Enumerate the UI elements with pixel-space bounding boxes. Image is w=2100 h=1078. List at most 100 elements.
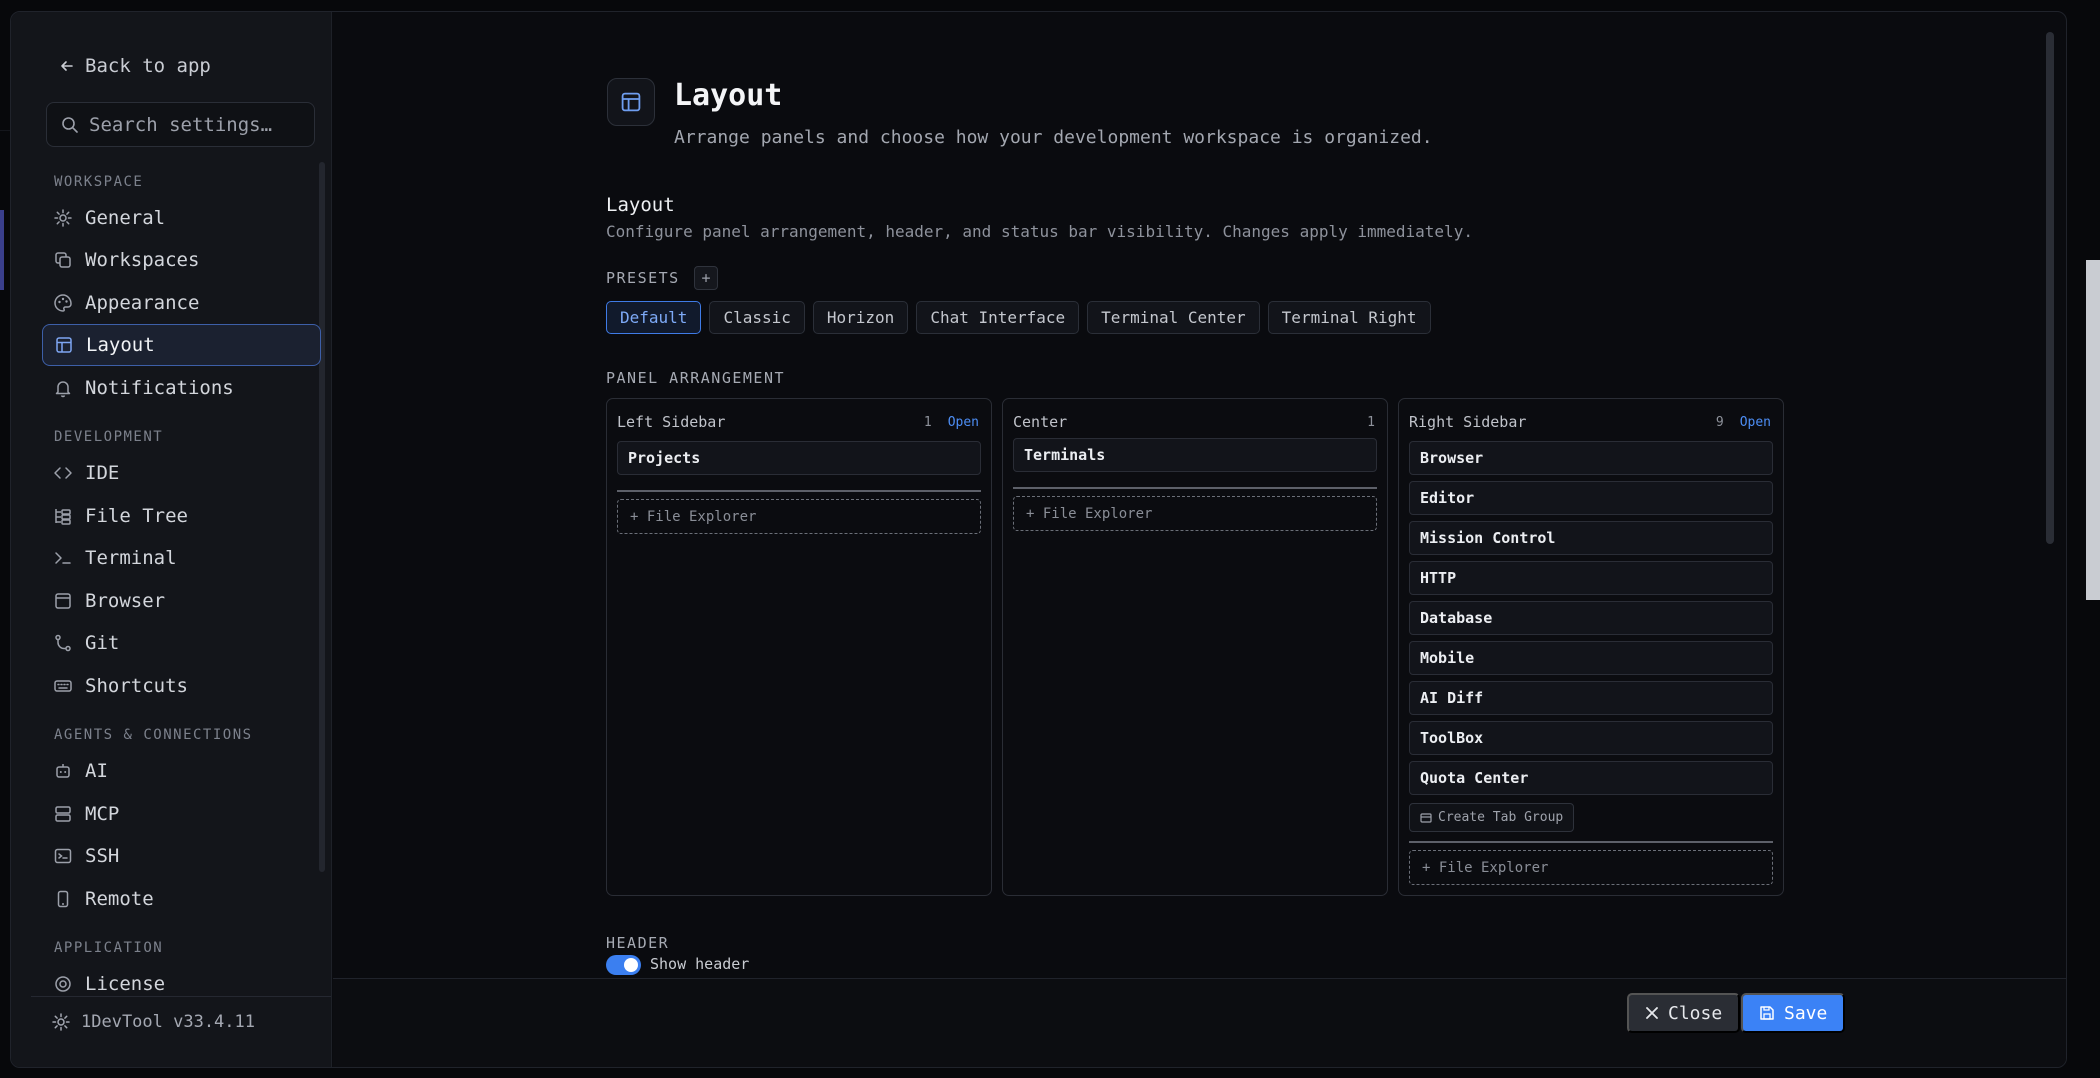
sidebar-item-label: Layout xyxy=(86,334,155,356)
preset-horizon[interactable]: Horizon xyxy=(812,301,909,334)
panel-arrangement-label: PANEL ARRANGEMENT xyxy=(606,369,786,387)
panel-tab-ai-diff[interactable]: AI Diff xyxy=(1409,681,1773,715)
search-settings[interactable] xyxy=(46,102,315,147)
search-input[interactable] xyxy=(89,113,289,136)
server-icon xyxy=(55,806,71,822)
panel-title: Left Sidebar xyxy=(617,413,726,431)
panel-tab-mobile[interactable]: Mobile xyxy=(1409,641,1773,675)
sidebar-item-mcp[interactable]: MCP xyxy=(42,793,321,835)
panel-divider xyxy=(617,490,981,492)
sidebar-item-label: IDE xyxy=(85,462,120,484)
sidebar-item-ai[interactable]: AI xyxy=(42,750,321,792)
sidebar-item-browser[interactable]: Browser xyxy=(42,580,321,622)
add-file-explorer-dropzone[interactable]: + File Explorer xyxy=(1409,850,1773,885)
terminal-icon xyxy=(55,552,71,564)
layout-icon xyxy=(621,92,641,112)
preset-terminal-right[interactable]: Terminal Right xyxy=(1267,301,1431,334)
sidebar-item-label: Terminal xyxy=(85,547,177,569)
bot-icon xyxy=(56,764,70,778)
content-scrollbar[interactable] xyxy=(2046,32,2054,544)
panel-tab-mission-control[interactable]: Mission Control xyxy=(1409,521,1773,555)
sidebar-item-label: SSH xyxy=(85,845,120,867)
copy-icon xyxy=(55,252,71,268)
close-button[interactable]: Close xyxy=(1627,993,1741,1033)
save-label: Save xyxy=(1784,1002,1828,1024)
panel-header: Center 1 xyxy=(1013,413,1375,431)
panel-tab-editor[interactable]: Editor xyxy=(1409,481,1773,515)
create-tab-group-button[interactable]: Create Tab Group xyxy=(1409,803,1575,832)
gear-icon xyxy=(52,1013,70,1031)
palette-icon xyxy=(54,294,72,312)
settings-content: Layout Arrange panels and choose how you… xyxy=(333,12,2066,1067)
panel-tab-toolbox[interactable]: ToolBox xyxy=(1409,721,1773,755)
settings-sidebar: Back to app WORKSPACE General Workspaces… xyxy=(11,12,332,1067)
sidebar-item-general[interactable]: General xyxy=(42,197,321,239)
terminal-window-icon xyxy=(54,848,72,864)
group-label-application: APPLICATION xyxy=(54,940,164,956)
preset-default[interactable]: Default xyxy=(606,301,702,334)
panel-tab-count: 9 xyxy=(1715,414,1724,430)
backdrop-divider xyxy=(0,130,10,131)
sidebar-item-label: Appearance xyxy=(85,292,200,314)
preset-terminal-center[interactable]: Terminal Center xyxy=(1087,301,1260,334)
sidebar-item-ide[interactable]: IDE xyxy=(42,452,321,494)
search-icon xyxy=(62,116,78,133)
panel-tab-count: 1 xyxy=(923,414,932,430)
arrow-left-icon xyxy=(61,61,73,71)
panel-tab-browser[interactable]: Browser xyxy=(1409,441,1773,475)
panel-tab-count: 1 xyxy=(1367,414,1375,430)
add-file-explorer-dropzone[interactable]: + File Explorer xyxy=(1013,496,1377,531)
panel-tab-terminals[interactable]: Terminals xyxy=(1013,438,1377,472)
panel-divider xyxy=(1409,841,1773,843)
preset-list: Default Classic Horizon Chat Interface T… xyxy=(606,301,1431,334)
panel-tab-projects[interactable]: Projects xyxy=(617,441,981,475)
sidebar-item-git[interactable]: Git xyxy=(42,622,321,664)
section-description: Configure panel arrangement, header, and… xyxy=(606,222,1473,241)
add-file-explorer-dropzone[interactable]: + File Explorer xyxy=(617,499,981,534)
panel-divider xyxy=(1013,487,1377,489)
panel-open-toggle[interactable]: Open xyxy=(1740,415,1771,430)
panel-open-toggle[interactable]: Open xyxy=(948,415,979,430)
back-to-app-link[interactable]: Back to app xyxy=(59,55,211,77)
sidebar-item-ssh[interactable]: SSH xyxy=(42,835,321,877)
panel-tab-http[interactable]: HTTP xyxy=(1409,561,1773,595)
panel-title: Right Sidebar xyxy=(1409,413,1527,431)
file-tree-icon xyxy=(55,509,71,525)
sidebar-item-shortcuts[interactable]: Shortcuts xyxy=(42,665,321,707)
sidebar-item-label: AI xyxy=(85,760,108,782)
sidebar-item-remote[interactable]: Remote xyxy=(42,878,321,920)
sidebar-item-label: License xyxy=(85,973,166,995)
sidebar-item-layout[interactable]: Layout xyxy=(42,324,321,366)
settings-modal: Back to app WORKSPACE General Workspaces… xyxy=(10,11,2067,1068)
layout-icon xyxy=(56,337,72,353)
page-title: Layout xyxy=(674,78,783,113)
sidebar-item-appearance[interactable]: Appearance xyxy=(42,282,321,324)
add-preset-button[interactable]: + xyxy=(694,266,718,290)
section-title: Layout xyxy=(606,194,675,216)
show-header-label: Show header xyxy=(650,955,750,973)
backdrop-panel xyxy=(2086,260,2100,600)
panel-title: Center xyxy=(1013,413,1068,431)
panel-tab-quota-center[interactable]: Quota Center xyxy=(1409,761,1773,795)
show-header-toggle[interactable] xyxy=(606,955,641,975)
sidebar-item-label: Remote xyxy=(85,888,154,910)
sidebar-item-label: Notifications xyxy=(85,377,234,399)
preset-classic[interactable]: Classic xyxy=(709,301,805,334)
back-label: Back to app xyxy=(85,55,211,77)
sidebar-item-workspaces[interactable]: Workspaces xyxy=(42,239,321,281)
folder-icon xyxy=(1420,812,1432,823)
save-icon xyxy=(1760,1006,1774,1020)
sidebar-item-notifications[interactable]: Notifications xyxy=(42,367,321,409)
panel-tab-database[interactable]: Database xyxy=(1409,601,1773,635)
group-label-workspace: WORKSPACE xyxy=(54,174,144,190)
panel-left-sidebar: Left Sidebar 1 Open Projects + File Expl… xyxy=(606,398,992,896)
sidebar-item-terminal[interactable]: Terminal xyxy=(42,537,321,579)
sidebar-item-label: MCP xyxy=(85,803,120,825)
gear-icon xyxy=(54,209,72,227)
sidebar-item-file-tree[interactable]: File Tree xyxy=(42,495,321,537)
version-label: 1DevTool v33.4.11 xyxy=(81,1012,255,1032)
panel-right-sidebar: Right Sidebar 9 Open Browser Editor Miss… xyxy=(1398,398,1784,896)
preset-chat-interface[interactable]: Chat Interface xyxy=(916,301,1080,334)
save-button[interactable]: Save xyxy=(1741,993,1846,1033)
sidebar-item-label: Workspaces xyxy=(85,249,200,271)
